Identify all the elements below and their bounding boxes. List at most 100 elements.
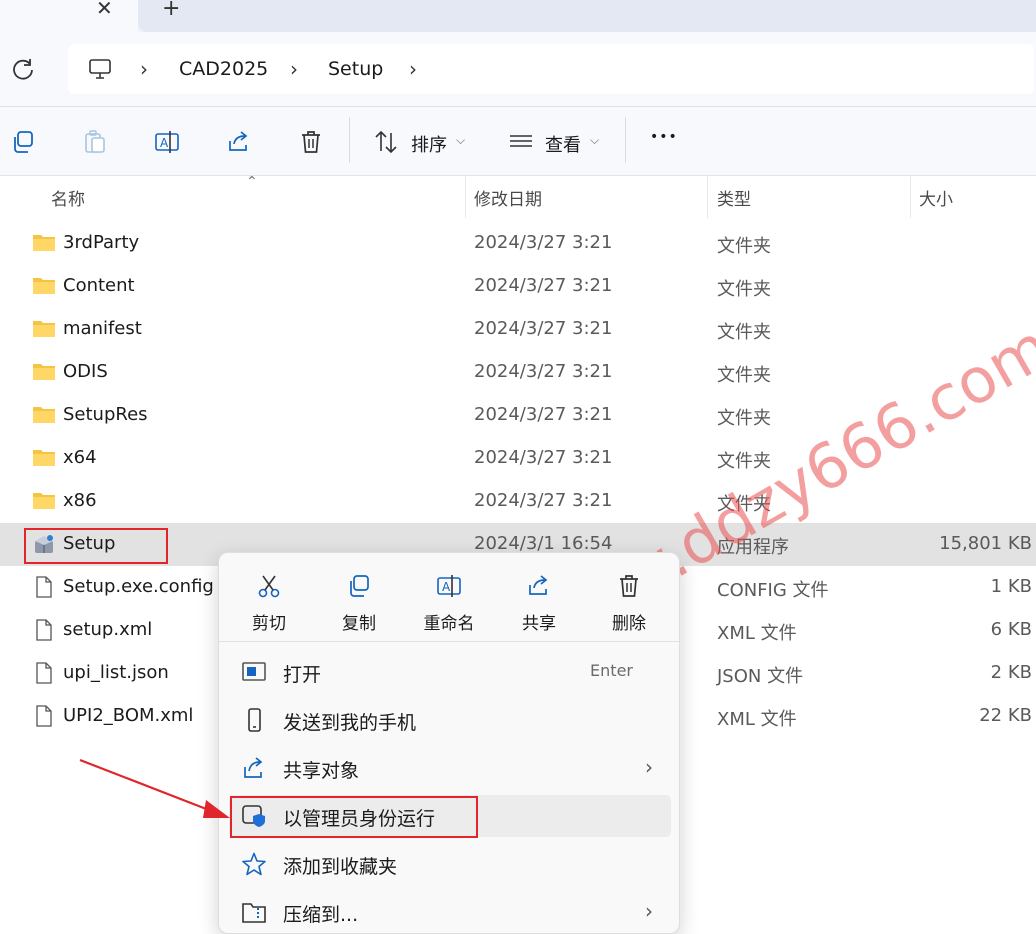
file-date: 2024/3/27 3:21 <box>474 490 613 511</box>
file-date: 2024/3/27 3:21 <box>474 318 613 339</box>
toolbar-divider <box>625 117 626 163</box>
share-icon <box>529 575 548 595</box>
file-type: 文件夹 <box>717 322 771 343</box>
sort-button[interactable]: 排序 <box>411 131 447 157</box>
address-bar[interactable]: › CAD2025 › Setup › <box>68 44 1034 94</box>
view-icon[interactable] <box>508 129 534 155</box>
cut-button[interactable]: 剪切 <box>229 567 309 643</box>
phone-icon <box>248 708 261 732</box>
menu-item-label: 压缩到... <box>283 904 359 926</box>
command-bar: A 排序 ⌵ 查看 ⌵ ••• <box>0 107 1036 176</box>
file-name: UPI2_BOM.xml <box>63 705 194 726</box>
file-icon <box>36 576 52 598</box>
delete-button[interactable]: 删除 <box>589 567 669 643</box>
folder-icon <box>33 364 55 380</box>
menu-item-add-to-favorites[interactable]: 添加到收藏夹 <box>229 843 671 885</box>
file-row[interactable]: ODIS 2024/3/27 3:21 文件夹 <box>0 351 1036 394</box>
folder-icon <box>33 450 55 466</box>
file-size: 15,801 KB <box>939 533 1032 554</box>
file-type: 文件夹 <box>717 365 771 386</box>
sort-icon[interactable] <box>373 129 399 155</box>
column-divider[interactable] <box>465 176 466 218</box>
menu-item-share-with[interactable]: 共享对象 › <box>229 747 671 789</box>
column-name[interactable]: 名称 <box>51 185 85 210</box>
rename-label: 重命名 <box>423 614 475 634</box>
file-type: XML 文件 <box>717 623 797 644</box>
file-date: 2024/3/1 16:54 <box>474 533 613 554</box>
file-row[interactable]: x86 2024/3/27 3:21 文件夹 <box>0 480 1036 523</box>
file-type: 文件夹 <box>717 236 771 257</box>
tab-strip <box>138 0 1036 32</box>
chevron-down-icon: ⌵ <box>456 133 466 147</box>
breadcrumb-separator[interactable]: › <box>409 57 417 81</box>
file-date: 2024/3/27 3:21 <box>474 447 613 468</box>
close-tab-icon[interactable]: ✕ <box>96 0 113 20</box>
column-divider[interactable] <box>707 176 708 218</box>
new-tab-icon[interactable]: + <box>162 0 180 21</box>
file-name: x86 <box>63 490 97 511</box>
file-name: SetupRes <box>63 404 148 425</box>
file-size: 22 KB <box>979 705 1032 726</box>
file-type: 文件夹 <box>717 279 771 300</box>
column-type[interactable]: 类型 <box>717 185 751 210</box>
folder-icon <box>33 235 55 251</box>
menu-item-open[interactable]: 打开 Enter <box>229 651 671 693</box>
share-label: 共享 <box>522 614 556 634</box>
copy-button[interactable]: 复制 <box>319 567 399 643</box>
column-date[interactable]: 修改日期 <box>474 185 542 210</box>
share-button[interactable]: 共享 <box>499 567 579 643</box>
file-name: x64 <box>63 447 97 468</box>
zip-icon <box>242 903 266 923</box>
file-name: Setup.exe.config <box>63 576 214 597</box>
file-date: 2024/3/27 3:21 <box>474 275 613 296</box>
menu-item-label: 添加到收藏夹 <box>283 856 398 878</box>
file-date: 2024/3/27 3:21 <box>474 404 613 425</box>
annotation-box-setup <box>24 528 168 564</box>
annotation-box-run-as-admin <box>230 796 478 838</box>
this-pc-icon[interactable] <box>88 57 112 81</box>
tab-active[interactable]: ✕ <box>0 0 138 32</box>
file-name: ODIS <box>63 361 108 382</box>
breadcrumb-cad2025[interactable]: CAD2025 <box>179 58 268 80</box>
view-button[interactable]: 查看 <box>545 131 581 157</box>
delete-label: 删除 <box>612 614 646 634</box>
menu-item-label: 打开 <box>283 664 322 686</box>
delete-icon[interactable] <box>298 129 324 155</box>
file-row[interactable]: manifest 2024/3/27 3:21 文件夹 <box>0 308 1036 351</box>
submenu-chevron-icon: › <box>645 755 653 779</box>
file-name: Content <box>63 275 135 296</box>
tab-bar: ✕ + <box>0 0 1036 32</box>
folder-icon <box>33 493 55 509</box>
file-name: setup.xml <box>63 619 153 640</box>
svg-text:A: A <box>442 580 451 594</box>
copy-icon[interactable] <box>10 129 36 155</box>
file-icon <box>36 662 52 684</box>
column-size[interactable]: 大小 <box>919 185 953 210</box>
rename-button[interactable]: A 重命名 <box>409 567 489 643</box>
column-divider[interactable] <box>910 176 911 218</box>
file-size: 1 KB <box>990 576 1032 597</box>
menu-item-send-to-phone[interactable]: 发送到我的手机 <box>229 699 671 741</box>
file-row[interactable]: Content 2024/3/27 3:21 文件夹 <box>0 265 1036 308</box>
breadcrumb-separator[interactable]: › <box>140 57 148 81</box>
delete-icon <box>620 575 638 597</box>
share-icon[interactable] <box>226 129 252 155</box>
refresh-icon[interactable] <box>10 56 36 82</box>
shortcut-label: Enter <box>590 661 633 680</box>
copy-icon <box>350 575 369 597</box>
breadcrumb-separator[interactable]: › <box>290 57 298 81</box>
context-menu: 剪切 复制 A 重命名 共享 删除 打开 Enter 发送到我的手机 共享对象 … <box>218 552 680 934</box>
file-icon <box>36 619 52 641</box>
rename-icon[interactable]: A <box>154 129 180 155</box>
file-row[interactable]: 3rdParty 2024/3/27 3:21 文件夹 <box>0 222 1036 265</box>
more-options-button[interactable]: ••• <box>650 129 678 145</box>
svg-text:A: A <box>160 136 169 150</box>
chevron-down-icon: ⌵ <box>590 133 600 147</box>
file-type: XML 文件 <box>717 709 797 730</box>
folder-icon <box>33 278 55 294</box>
file-size: 6 KB <box>990 619 1032 640</box>
file-type: JSON 文件 <box>717 666 804 687</box>
paste-icon[interactable] <box>82 129 108 155</box>
breadcrumb-setup[interactable]: Setup <box>328 58 383 80</box>
rename-icon: A <box>437 575 461 597</box>
